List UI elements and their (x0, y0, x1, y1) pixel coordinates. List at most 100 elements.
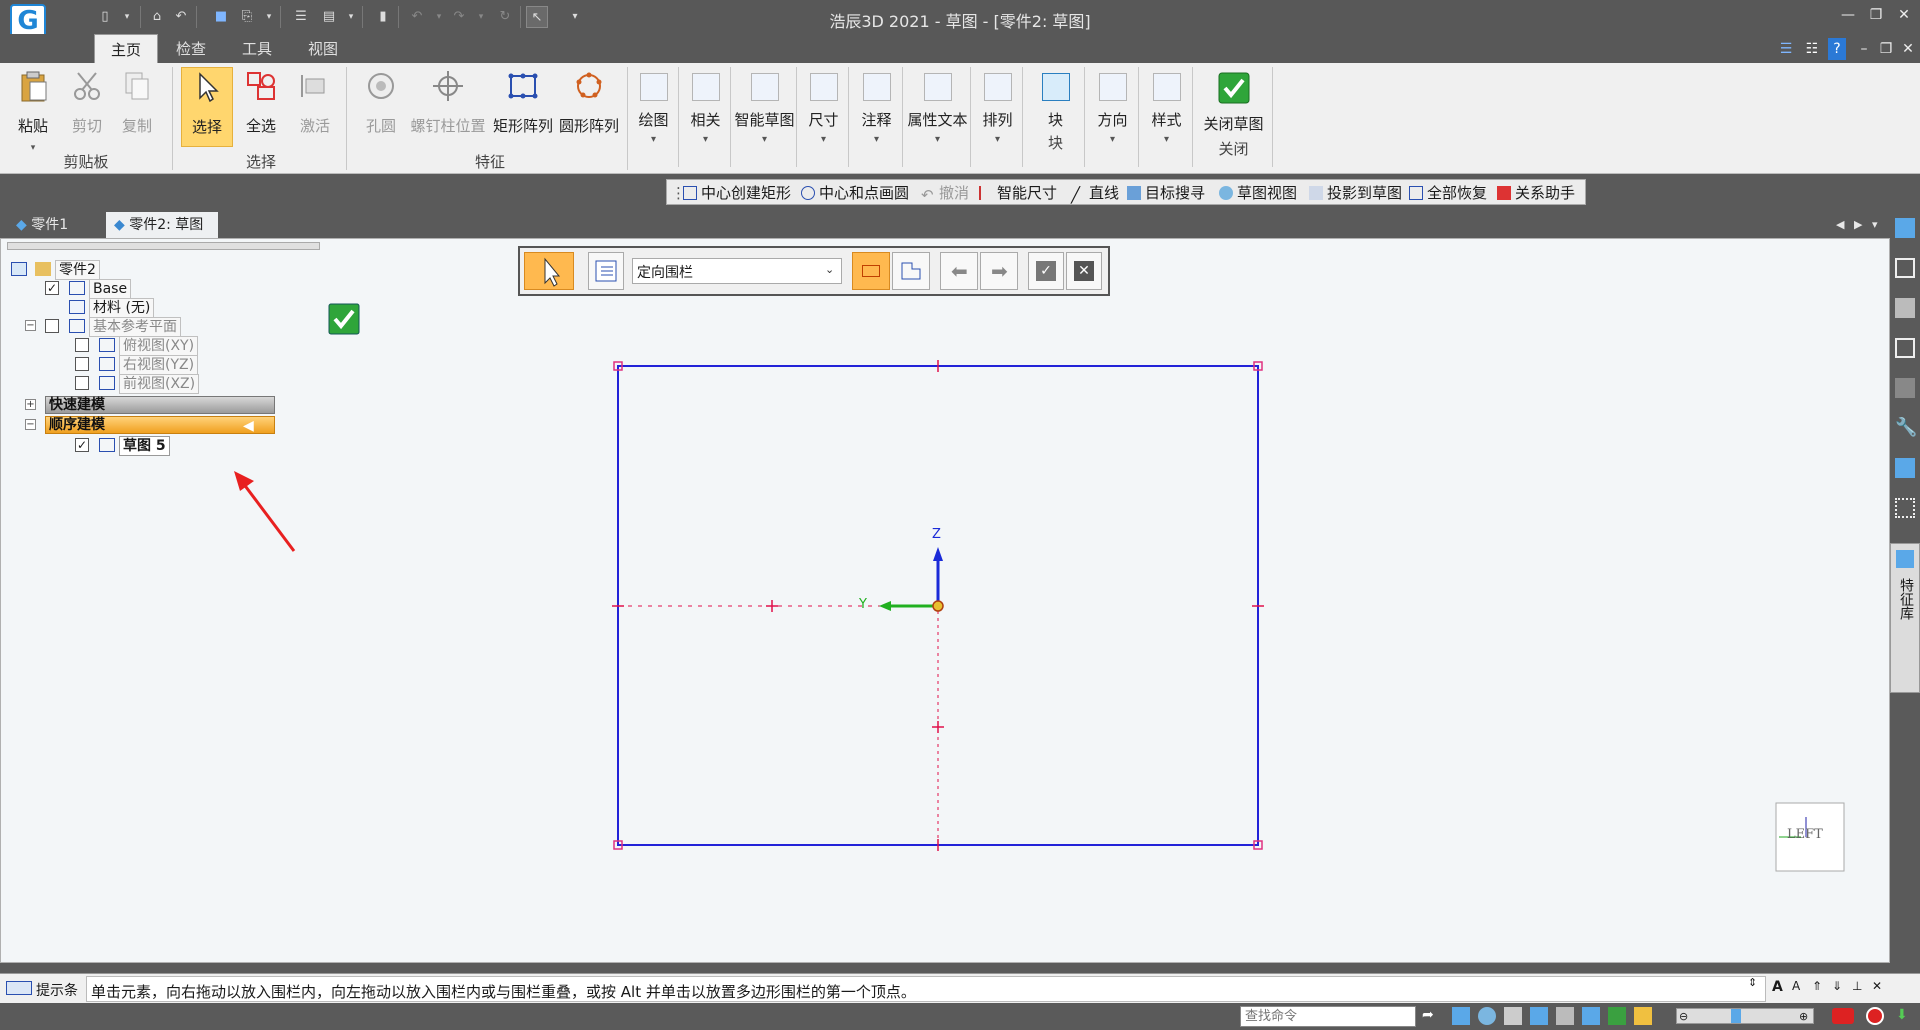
expand-icon[interactable]: + (25, 399, 36, 410)
zoom-slider-thumb[interactable] (1731, 1009, 1741, 1023)
target-search-command[interactable]: 目标搜寻 (1127, 182, 1205, 204)
dimension-button[interactable]: 尺寸 ▾ (799, 67, 849, 167)
property-text-button[interactable]: 属性文本 ▾ (905, 67, 971, 167)
list-icon[interactable]: ☷ (1800, 38, 1824, 60)
tab-inspect[interactable]: 检查 (160, 34, 222, 64)
draw-button[interactable]: 绘图 ▾ (629, 67, 679, 167)
doc-tab-part2-sketch[interactable]: ◆ 零件2: 草图 (106, 212, 218, 238)
display-icon[interactable] (1634, 1007, 1652, 1025)
restore-icon[interactable]: ❐ (1864, 4, 1888, 26)
front-view-checkbox[interactable] (75, 376, 89, 390)
tab-home[interactable]: 主页 (94, 34, 159, 64)
center-rect-command[interactable]: 中心创建矩形 (683, 182, 791, 204)
restore-icon[interactable]: ❐ (1874, 38, 1898, 60)
rotate-icon[interactable] (1556, 1007, 1574, 1025)
select-all-button[interactable]: 全选 (238, 67, 284, 147)
tree-item-seq-model[interactable]: − 顺序建模 ◀ (25, 416, 280, 434)
next-button[interactable]: ➡ (980, 252, 1018, 290)
smart-dimension-command[interactable]: 智能尺寸 (979, 182, 1057, 204)
zoom-out-icon[interactable]: ⊖ (1679, 1010, 1688, 1023)
paste-button[interactable]: 粘贴 ▾ (8, 67, 58, 153)
doc-tab-part1[interactable]: ◆ 零件1 ✕ (8, 212, 100, 259)
selection-icon[interactable] (1895, 498, 1915, 518)
view-orient-icon[interactable] (1582, 1007, 1600, 1025)
ref-planes-checkbox[interactable] (45, 319, 59, 333)
block-button[interactable]: 块 块 (1027, 67, 1085, 167)
previous-button[interactable]: ⬅ (940, 252, 978, 290)
pan-icon[interactable] (1530, 1007, 1548, 1025)
font-larger-icon[interactable]: A (1772, 979, 1783, 995)
tab-view[interactable]: 视图 (292, 34, 354, 64)
fit-icon[interactable] (1504, 1007, 1522, 1025)
project-to-sketch-command[interactable]: 投影到草图 (1309, 182, 1402, 204)
layers-icon[interactable] (1895, 298, 1915, 318)
direction-button[interactable]: 方向 ▾ (1087, 67, 1139, 167)
parts-library-icon[interactable] (1895, 218, 1915, 238)
annotation-button[interactable]: 注释 ▾ (851, 67, 903, 167)
close-icon[interactable]: ✕ (1872, 979, 1882, 993)
zoom-icon[interactable] (1478, 1007, 1496, 1025)
collapse-down-icon[interactable]: ⇓ (1832, 979, 1842, 993)
tab-tools[interactable]: 工具 (226, 34, 288, 64)
relation-assistant-command[interactable]: 关系助手 (1497, 182, 1575, 204)
record-icon[interactable] (1866, 1007, 1884, 1025)
help-panel-icon[interactable] (1895, 258, 1915, 278)
sketch-view-command[interactable]: 草图视图 (1219, 182, 1297, 204)
minimize-icon[interactable]: — (1836, 4, 1860, 26)
select-button[interactable]: 选择 (181, 67, 233, 147)
zoom-in-icon[interactable]: ⊕ (1799, 1010, 1808, 1023)
help-icon[interactable]: ? (1828, 38, 1846, 60)
copy-button[interactable]: 复制 (114, 67, 160, 147)
cut-button[interactable]: 剪切 (64, 67, 110, 147)
minimize-icon[interactable]: – (1852, 38, 1876, 60)
circ-array-button[interactable]: 圆形阵列 (557, 67, 621, 147)
tree-item-quick-model[interactable]: + 快速建模 (25, 396, 280, 414)
arrange-button[interactable]: 排列 ▾ (973, 67, 1023, 167)
tab-list-icon[interactable]: ▾ (1864, 212, 1886, 238)
panel-grip[interactable] (7, 242, 320, 250)
screw-boss-button[interactable]: 螺钉柱位置 (408, 67, 488, 147)
accept-button[interactable]: ✓ (1028, 252, 1064, 290)
camera-icon[interactable] (1895, 458, 1915, 478)
relate-button[interactable]: 相关 ▾ (681, 67, 731, 167)
collapse-icon[interactable]: − (25, 320, 36, 331)
collapse-icon[interactable]: − (25, 419, 36, 430)
zoom-area-icon[interactable] (1452, 1007, 1470, 1025)
confirm-check-icon[interactable] (328, 303, 360, 335)
close-sketch-button[interactable]: 关闭草图 关闭 (1195, 67, 1273, 167)
layout-icon[interactable]: ☰ (1774, 38, 1798, 60)
font-smaller-icon[interactable]: A (1792, 979, 1800, 993)
selection-options-button[interactable] (588, 252, 624, 290)
base-checkbox[interactable]: ✓ (45, 281, 59, 295)
feature-library-tab[interactable]: 特征库 (1890, 543, 1920, 693)
rollback-arrow-icon[interactable]: ◀ (243, 417, 254, 435)
teamcenter-icon[interactable] (1895, 378, 1915, 398)
hole-button[interactable]: 孔圆 (358, 67, 404, 147)
sketch5-checkbox[interactable]: ✓ (75, 438, 89, 452)
top-view-checkbox[interactable] (75, 338, 89, 352)
undo-command[interactable]: ↶ 撤消 (921, 182, 969, 204)
fence-mode-select[interactable]: 定向围栏 ⌄ (632, 258, 842, 284)
style-button[interactable]: 样式 ▾ (1141, 67, 1193, 167)
share-icon[interactable]: ➦ (1422, 1007, 1434, 1023)
circle-command[interactable]: 中心和点画圆 (801, 182, 909, 204)
grid-icon[interactable] (1895, 338, 1915, 358)
intellisketch-button[interactable]: 智能草图 ▾ (733, 67, 797, 167)
cancel-button[interactable]: ✕ (1066, 252, 1102, 290)
zoom-slider[interactable]: ⊖ ⊕ (1676, 1008, 1814, 1024)
scroll-icon[interactable]: ⇕ (1748, 976, 1757, 989)
video-icon[interactable] (1832, 1008, 1854, 1024)
right-view-checkbox[interactable] (75, 357, 89, 371)
download-icon[interactable]: ⬇ (1896, 1007, 1908, 1023)
select-tool-button[interactable] (524, 252, 574, 290)
origin-marker[interactable] (932, 600, 944, 612)
line-command[interactable]: ╱ 直线 (1071, 182, 1119, 204)
activate-button[interactable]: 激活 (292, 67, 338, 147)
rect-fence-button[interactable] (852, 252, 890, 290)
command-search-input[interactable] (1240, 1006, 1416, 1027)
render-icon[interactable] (1608, 1007, 1626, 1025)
restore-all-command[interactable]: 全部恢复 (1409, 182, 1487, 204)
wrench-icon[interactable]: 🔧 (1895, 418, 1917, 438)
rect-array-button[interactable]: 矩形阵列 (491, 67, 555, 147)
pin-icon[interactable]: ⊥ (1852, 979, 1862, 993)
